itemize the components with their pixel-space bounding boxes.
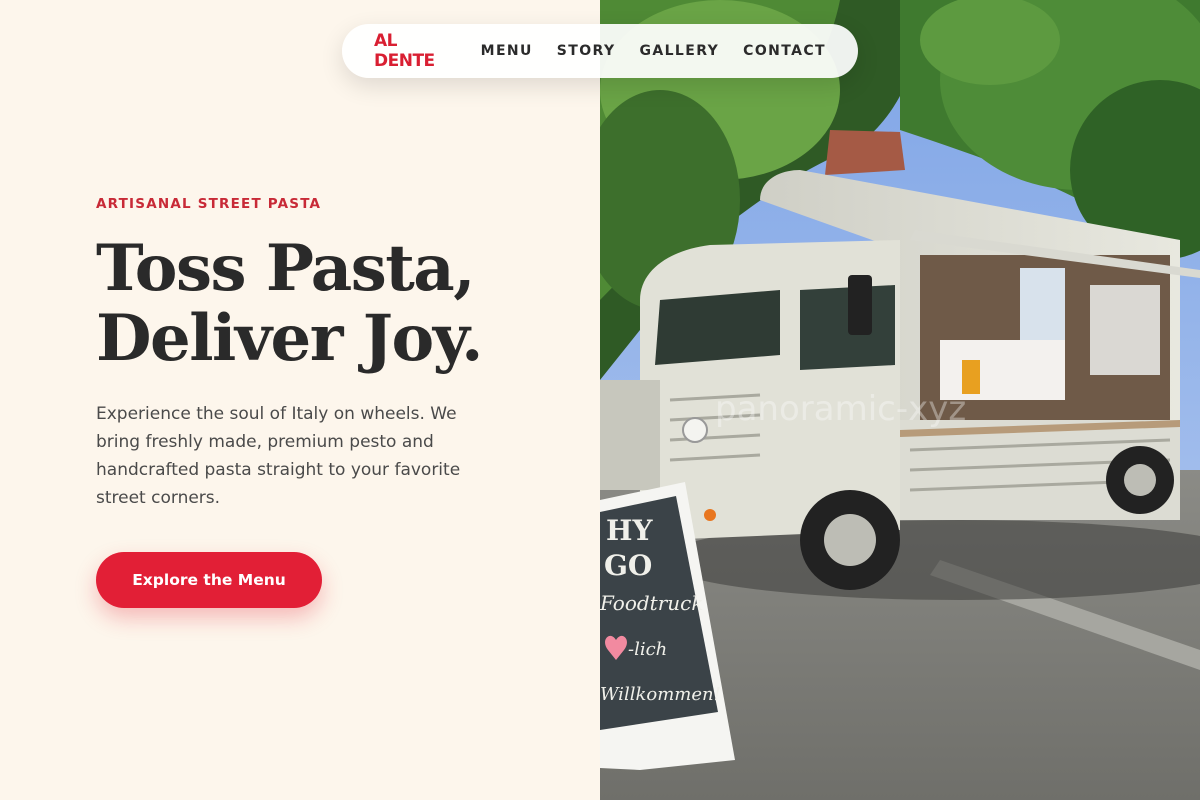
sign-text-5: Willkommen! [600, 684, 721, 705]
nav-link-menu[interactable]: MENU [481, 43, 533, 59]
nav-link-gallery[interactable]: GALLERY [639, 43, 719, 59]
photo-watermark: panoramic-xyz [715, 389, 966, 429]
food-truck-photo: HY GO Foodtruck -lich Willkommen! panora… [600, 0, 1200, 800]
main-navigation: AL DENTE MENU STORY GALLERY CONTACT [342, 24, 858, 78]
sign-text-1: HY [606, 514, 653, 547]
brand-logo[interactable]: AL DENTE [374, 31, 449, 71]
sign-text-3: Foodtruck [600, 591, 703, 615]
hero-description: Experience the soul of Italy on wheels. … [96, 404, 461, 508]
hero-eyebrow: ARTISANAL STREET PASTA [96, 196, 322, 212]
headline-line-1: Toss Pasta, [96, 231, 476, 306]
hero-left-panel: ARTISANAL STREET PASTA Toss Pasta, Deliv… [0, 0, 600, 800]
hero-headline: Toss Pasta, Deliver Joy. [96, 231, 483, 376]
sign-text-2: GO [604, 549, 652, 582]
explore-menu-button[interactable]: Explore the Menu [96, 552, 322, 608]
headline-line-2: Deliver Joy. [96, 301, 483, 376]
nav-link-contact[interactable]: CONTACT [743, 43, 826, 59]
sign-text-4: -lich [628, 639, 667, 660]
nav-link-story[interactable]: STORY [557, 43, 616, 59]
